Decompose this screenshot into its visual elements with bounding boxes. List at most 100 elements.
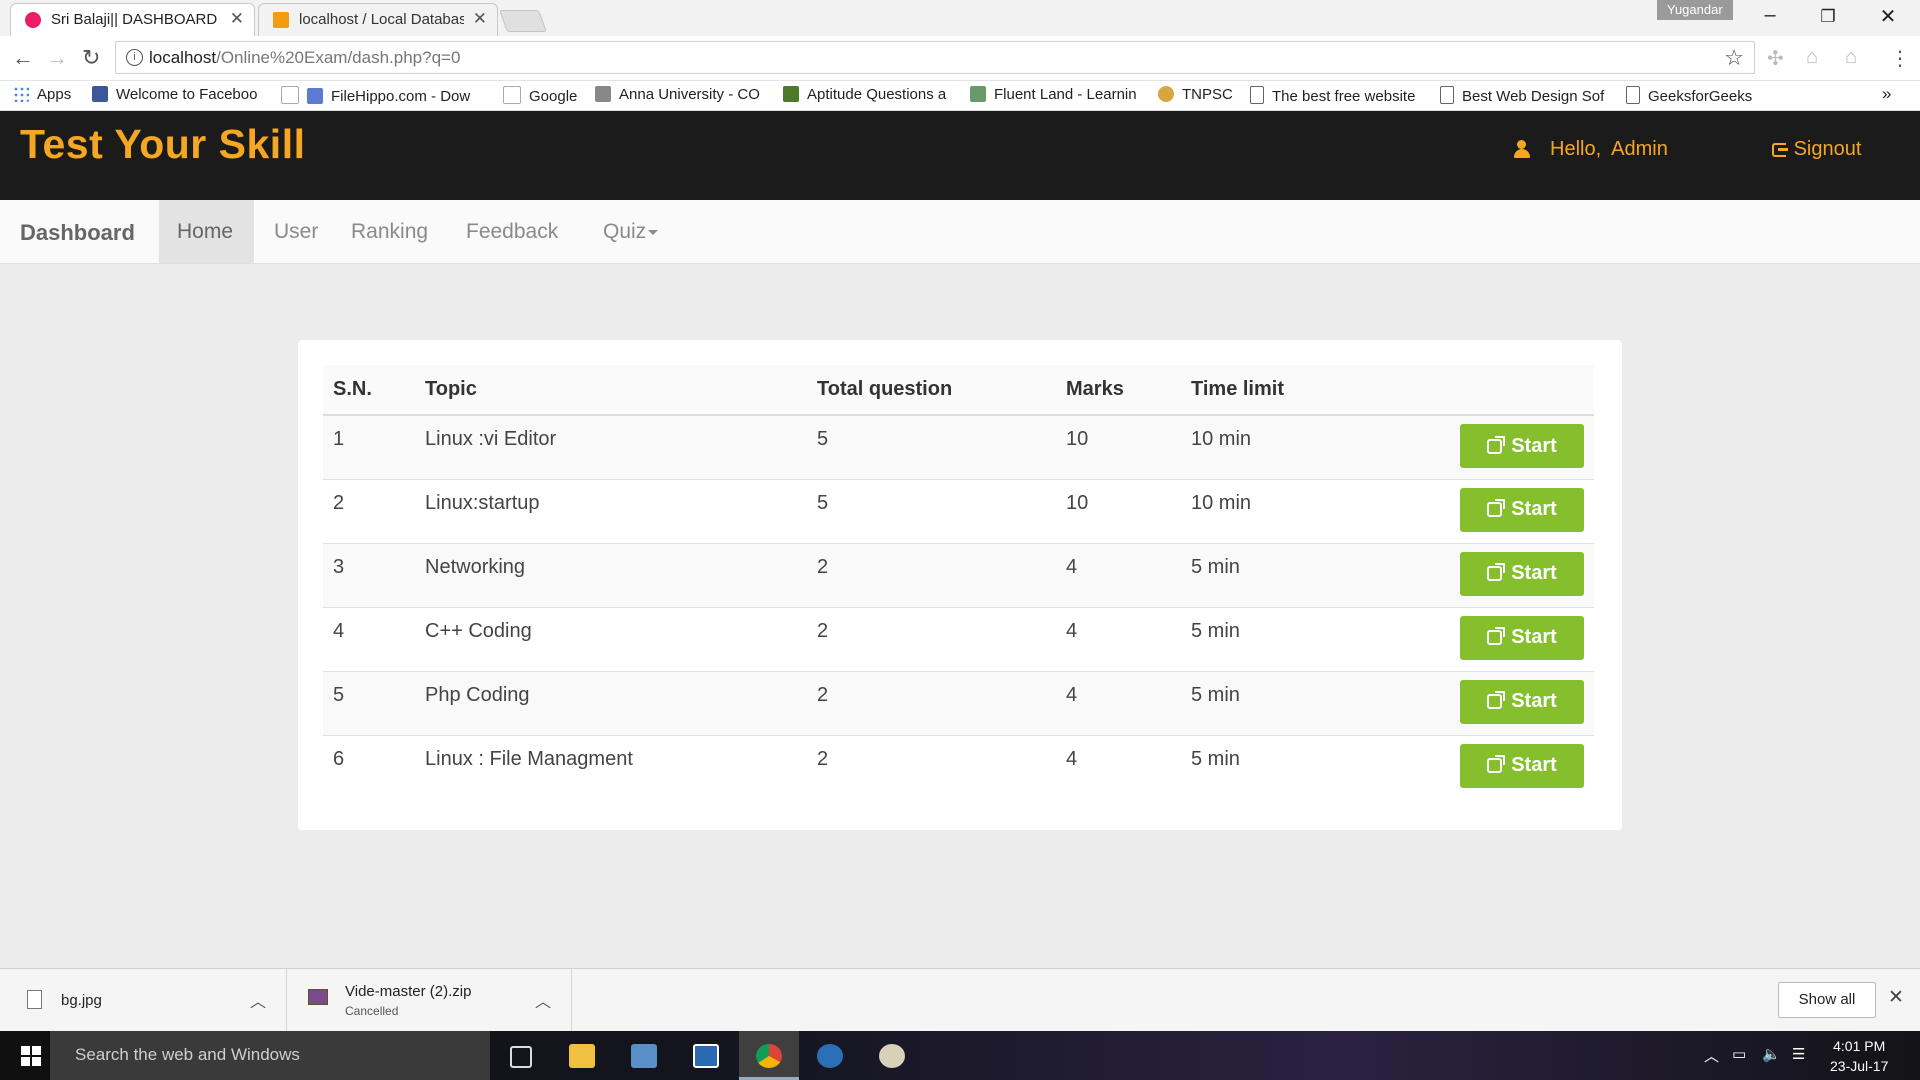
nav-brand-dashboard[interactable]: Dashboard [20, 220, 135, 246]
window-close-icon[interactable]: ✕ [1868, 4, 1908, 29]
restore-icon[interactable]: ❐ [1808, 7, 1848, 27]
taskbar-clock[interactable]: 4:01 PM 23-Jul-17 [1830, 1036, 1888, 1076]
info-icon[interactable]: i [126, 49, 143, 66]
bookmark-anna-university[interactable]: Anna University - CO [595, 86, 765, 103]
cell-sn: 5 [323, 670, 415, 735]
nav-item-user[interactable]: User [256, 200, 336, 263]
app-icon-globe[interactable] [800, 1031, 860, 1080]
browser-tab-strip: Sri Balaji|| DASHBOARD ✕ localhost / Loc… [0, 0, 1920, 36]
start-quiz-button[interactable]: Start [1460, 679, 1584, 724]
app-icon-remote[interactable] [614, 1031, 674, 1080]
show-all-downloads-button[interactable]: Show all [1778, 982, 1876, 1018]
google-g-icon [281, 86, 299, 104]
show-hidden-icons-icon[interactable]: ︿ [1704, 1045, 1719, 1066]
app-icon-store[interactable] [676, 1031, 736, 1080]
extension-icon[interactable]: ✣ [1767, 46, 1784, 71]
nav-item-feedback[interactable]: Feedback [448, 200, 576, 263]
browser-tab-phpmyadmin[interactable]: localhost / Local Databas ✕ [258, 3, 498, 36]
extension-lock-icon[interactable]: ⌂ [1806, 46, 1818, 69]
close-tab-icon[interactable]: ✕ [473, 9, 487, 29]
cell-total-question: 2 [807, 606, 1056, 671]
start-button-label: Start [1511, 754, 1557, 776]
bookmark-aptitude[interactable]: Aptitude Questions a [783, 86, 953, 103]
file-explorer-icon[interactable] [552, 1031, 612, 1080]
start-quiz-button[interactable]: Start [1460, 551, 1584, 596]
volume-icon[interactable]: 🔈 [1762, 1045, 1781, 1063]
taskbar-search-box[interactable]: Search the web and Windows [50, 1031, 490, 1080]
bookmark-tnpsc[interactable]: TNPSC [1158, 86, 1233, 103]
bookmark-google[interactable]: Google [503, 86, 577, 105]
cell-topic: Linux:startup [415, 478, 807, 543]
profile-name-badge[interactable]: Yugandar [1657, 0, 1733, 20]
start-quiz-button[interactable]: Start [1460, 743, 1584, 788]
close-tab-icon[interactable]: ✕ [230, 9, 244, 29]
tnpsc-icon [1158, 86, 1174, 102]
url-text: localhost/Online%20Exam/dash.php?q=0 [149, 48, 461, 67]
reload-icon[interactable]: ↻ [82, 45, 100, 71]
task-view-icon[interactable] [490, 1031, 550, 1080]
start-button-label: Start [1511, 626, 1557, 648]
back-arrow-icon[interactable]: ← [12, 45, 34, 71]
tab-title: Sri Balaji|| DASHBOARD [51, 11, 218, 28]
cell-marks: 10 [1056, 414, 1181, 479]
bookmark-facebook[interactable]: Welcome to Faceboo [92, 86, 262, 103]
external-link-icon [1487, 755, 1506, 773]
bookmark-apps[interactable]: Apps [13, 86, 71, 103]
url-bar[interactable]: i localhost/Online%20Exam/dash.php?q=0 ☆ [115, 41, 1755, 74]
close-download-shelf-icon[interactable]: ✕ [1888, 986, 1904, 1009]
site-logo[interactable]: Test Your Skill [20, 121, 305, 168]
table-row: 6 Linux : File Managment 2 4 5 min Start [323, 734, 1594, 799]
browser-tab-dashboard[interactable]: Sri Balaji|| DASHBOARD ✕ [10, 3, 255, 36]
cell-marks: 4 [1056, 542, 1181, 607]
main-navbar: Dashboard Home User Ranking Feedback Qui… [0, 200, 1920, 264]
user-icon [1514, 140, 1530, 158]
action-center-icon[interactable]: ☰ [1792, 1045, 1805, 1063]
download-item-vide-master[interactable]: Vide-master (2).zip Cancelled ︿ [287, 969, 572, 1031]
nav-item-home[interactable]: Home [159, 200, 254, 263]
start-quiz-button[interactable]: Start [1460, 615, 1584, 660]
column-header-topic: Topic [415, 365, 807, 416]
start-quiz-button[interactable]: Start [1460, 487, 1584, 532]
cell-total-question: 2 [807, 670, 1056, 735]
nav-item-ranking[interactable]: Ranking [333, 200, 446, 263]
menu-dots-icon[interactable]: ⋮ [1890, 46, 1910, 71]
bookmark-best-free-website[interactable]: The best free website [1250, 86, 1420, 105]
cell-time-limit: 5 min [1181, 734, 1351, 799]
page-icon [1250, 86, 1264, 104]
start-button-label: Start [1511, 498, 1557, 520]
cell-topic: Networking [415, 542, 807, 607]
bookmark-fluent-land[interactable]: Fluent Land - Learnin [970, 86, 1145, 103]
bookmark-best-web-design[interactable]: Best Web Design Sof [1440, 86, 1610, 105]
bookmark-filehippo[interactable]: FileHippo.com - Dow [281, 86, 486, 105]
signout-link[interactable]: Signout [1772, 138, 1861, 161]
new-tab-button[interactable] [498, 10, 548, 32]
external-link-icon [1487, 563, 1506, 581]
bookmark-star-icon[interactable]: ☆ [1724, 45, 1744, 71]
nav-item-quiz[interactable]: Quiz [585, 200, 676, 263]
download-item-bg-jpg[interactable]: bg.jpg ︿ [0, 969, 287, 1031]
cell-action: Start [1351, 670, 1594, 735]
home-icon[interactable]: ⌂ [1845, 46, 1857, 69]
paint-icon[interactable] [862, 1031, 922, 1080]
table-row: 3 Networking 2 4 5 min Start [323, 542, 1594, 607]
caret-down-icon [648, 230, 659, 235]
start-quiz-button[interactable]: Start [1460, 424, 1584, 468]
forward-arrow-icon[interactable]: → [46, 45, 68, 71]
user-name[interactable]: Admin [1611, 138, 1668, 160]
google-g-icon [503, 86, 521, 104]
download-status: Cancelled [345, 1004, 399, 1018]
windows-start-icon[interactable] [21, 1046, 41, 1066]
column-header-total-question: Total question [807, 365, 1056, 416]
bookmark-geeksforgeeks[interactable]: GeeksforGeeks [1626, 86, 1752, 105]
chrome-icon[interactable] [739, 1031, 799, 1080]
battery-icon[interactable]: ▭ [1732, 1045, 1746, 1063]
cell-sn: 4 [323, 606, 415, 671]
fluent-land-icon [970, 86, 986, 102]
chevron-up-icon[interactable]: ︿ [535, 988, 551, 1012]
bookmarks-bar: Apps Welcome to Faceboo FileHippo.com - … [0, 81, 1920, 111]
minimize-icon[interactable]: – [1750, 4, 1790, 27]
cell-topic: C++ Coding [415, 606, 807, 671]
aptitude-icon [783, 86, 799, 102]
bookmarks-overflow-icon[interactable]: » [1882, 84, 1891, 104]
chevron-up-icon[interactable]: ︿ [250, 988, 266, 1012]
